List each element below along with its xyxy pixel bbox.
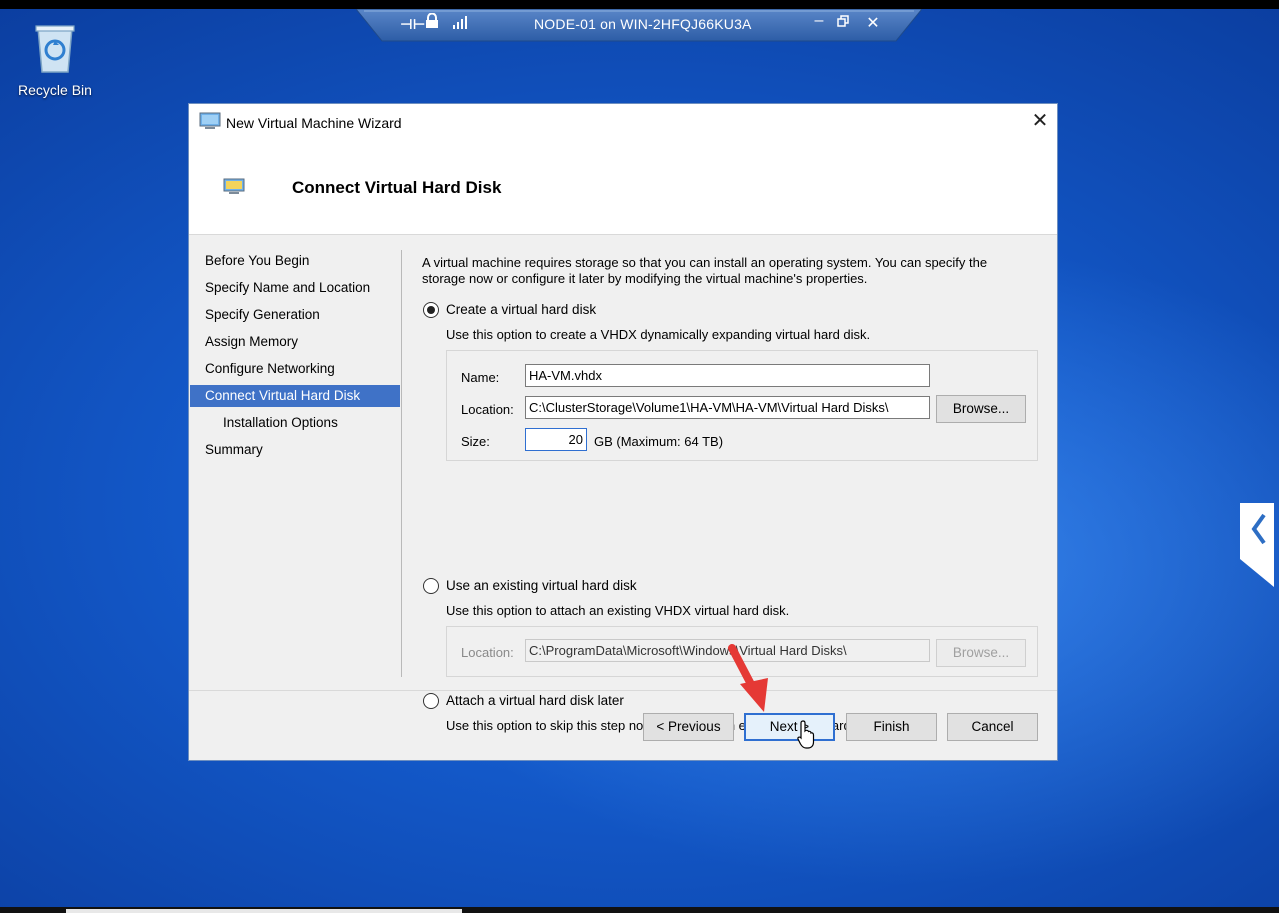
vhd-name-input[interactable]: HA-VM.vhdx (525, 364, 930, 387)
create-vhd-group: Name: HA-VM.vhdx Location: C:\ClusterSto… (446, 350, 1038, 461)
nav-step-installation-options[interactable]: Installation Options (190, 412, 400, 434)
rdp-close-button[interactable]: ✕ (864, 13, 882, 33)
monitor-icon (223, 178, 245, 194)
vhd-size-label: Size: (461, 434, 490, 449)
monitor-icon (199, 112, 221, 129)
existing-vhd-radio[interactable] (423, 578, 439, 594)
recycle-bin-label: Recycle Bin (18, 82, 92, 98)
lock-icon[interactable] (425, 13, 439, 29)
footer-divider (189, 690, 1057, 691)
nav-step-before-you-begin[interactable]: Before You Begin (190, 250, 400, 272)
wizard-title: New Virtual Machine Wizard (226, 115, 402, 131)
next-button[interactable]: Next > (744, 713, 835, 741)
existing-vhd-label[interactable]: Use an existing virtual hard disk (446, 578, 637, 593)
nav-divider (401, 250, 402, 677)
previous-button[interactable]: < Previous (643, 713, 734, 741)
nav-step-assign-memory[interactable]: Assign Memory (190, 331, 400, 353)
nav-step-specify-generation[interactable]: Specify Generation (190, 304, 400, 326)
existing-vhd-description: Use this option to attach an existing VH… (446, 603, 790, 618)
vhd-size-input[interactable]: 20 (525, 428, 587, 451)
attach-later-radio[interactable] (423, 693, 439, 709)
create-vhd-radio[interactable] (423, 302, 439, 318)
finish-button[interactable]: Finish (846, 713, 937, 741)
wizard-header: New Virtual Machine Wizard ✕ Connect Vir… (189, 104, 1057, 234)
taskbar-strip (66, 909, 462, 913)
browse-location-button[interactable]: Browse... (936, 395, 1026, 423)
nav-step-configure-networking[interactable]: Configure Networking (190, 358, 400, 380)
mouse-pointer-icon (797, 720, 815, 749)
vhd-size-unit: GB (Maximum: 64 TB) (594, 434, 724, 449)
wizard-close-button[interactable]: ✕ (1027, 110, 1053, 132)
top-letterbox (0, 0, 1279, 9)
signal-bars-icon[interactable] (452, 15, 468, 29)
red-arrow-icon (728, 644, 768, 712)
intro-text: A virtual machine requires storage so th… (422, 255, 988, 286)
existing-location-label: Location: (461, 645, 514, 660)
rdp-connection-title: NODE-01 on WIN-2HFQJ66KU3A (534, 16, 752, 32)
cancel-button[interactable]: Cancel (947, 713, 1038, 741)
nav-step-specify-name-location[interactable]: Specify Name and Location (190, 277, 400, 299)
page-title: Connect Virtual Hard Disk (292, 178, 502, 197)
attach-later-label[interactable]: Attach a virtual hard disk later (446, 693, 624, 708)
create-vhd-label[interactable]: Create a virtual hard disk (446, 302, 596, 317)
pin-icon[interactable]: ⊣⊢ (400, 16, 426, 33)
browse-existing-button[interactable]: Browse... (936, 639, 1026, 667)
vhd-location-label: Location: (461, 402, 514, 417)
create-vhd-description: Use this option to create a VHDX dynamic… (446, 327, 871, 342)
recycle-bin-icon (35, 25, 75, 73)
nav-step-summary[interactable]: Summary (190, 439, 400, 461)
chevron-left-icon[interactable] (1240, 503, 1274, 587)
rdp-restore-button[interactable] (837, 15, 849, 27)
vhd-location-input[interactable]: C:\ClusterStorage\Volume1\HA-VM\HA-VM\Vi… (525, 396, 930, 419)
header-divider (189, 234, 1057, 235)
rdp-minimize-button[interactable]: – (810, 12, 828, 30)
recycle-bin-shortcut[interactable]: Recycle Bin (12, 18, 98, 104)
vhd-name-label: Name: (461, 370, 500, 385)
nav-step-connect-vhd[interactable]: Connect Virtual Hard Disk (190, 385, 400, 407)
new-vm-wizard-window: New Virtual Machine Wizard ✕ Connect Vir… (188, 103, 1058, 761)
